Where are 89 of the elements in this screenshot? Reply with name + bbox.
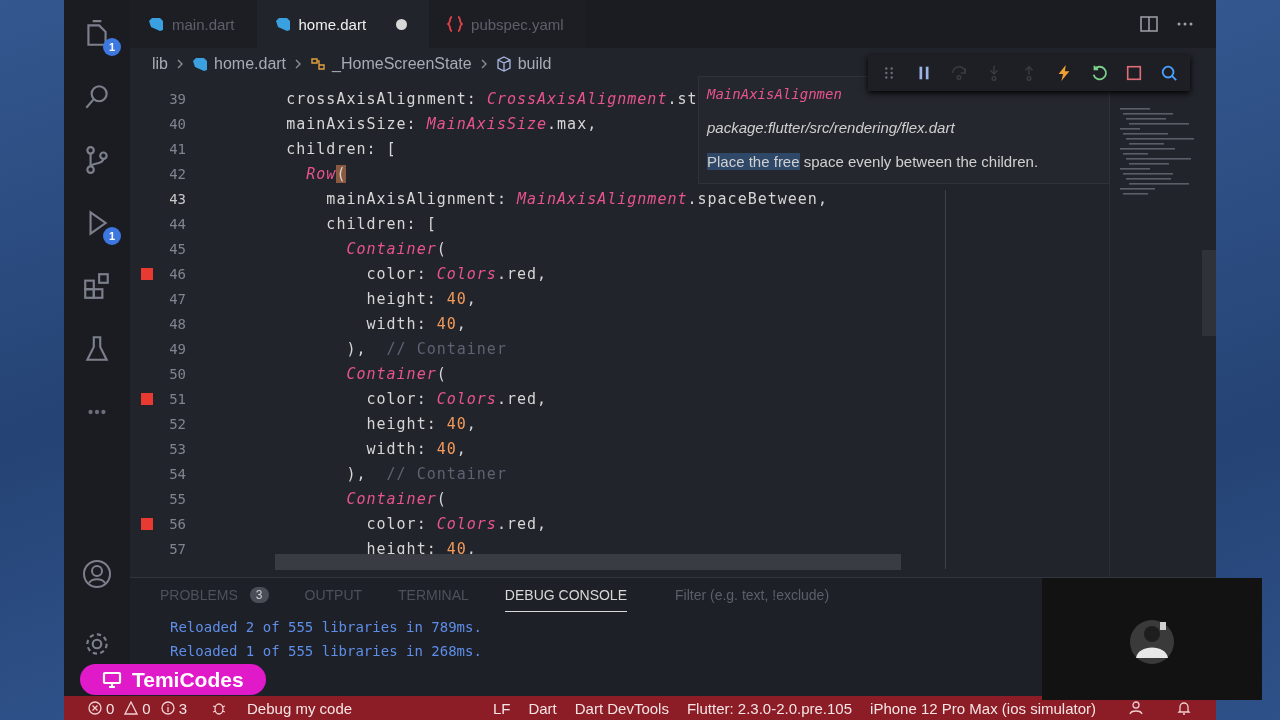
code-line: Row(	[305, 164, 347, 183]
line-number: 56	[168, 515, 186, 532]
console-output-line: Reloaded 1 of 555 libraries in 268ms.	[170, 642, 483, 661]
line-number: 49	[168, 340, 186, 357]
scrollbar-thumb[interactable]	[1202, 250, 1216, 336]
line-number: 42	[168, 165, 186, 182]
feedback-icon[interactable]	[1128, 700, 1144, 716]
code-line: width: 40,	[365, 439, 467, 458]
line-number: 47	[168, 290, 186, 307]
code-line: height: 40,	[365, 289, 477, 308]
code-line: ), // Container	[345, 339, 507, 358]
status-item[interactable]: Dart	[528, 699, 557, 717]
unsaved-dot	[396, 18, 408, 30]
status-item[interactable]: LF	[492, 699, 511, 717]
status-item[interactable]: Flutter: 2.3.0-2.0.pre.105	[686, 699, 853, 717]
code-line: mainAxisSize: MainAxisSize.max,	[285, 114, 598, 133]
line-number: 41	[168, 140, 186, 157]
channel-badge: TemiCodes	[80, 664, 266, 695]
chevron-icon	[176, 58, 184, 70]
cube-icon	[495, 56, 512, 72]
dart-file-icon	[274, 16, 291, 32]
status-item[interactable]: 3	[160, 699, 188, 717]
hover-path: package:flutter/src/rendering/flex.dart	[707, 118, 956, 138]
breadcrumb-item[interactable]: build	[495, 55, 552, 73]
hover-signature: MainAxisAlignmen	[707, 85, 843, 104]
code-line: crossAxisAlignment: CrossAxisAlignment.st	[285, 89, 698, 108]
panel-tab[interactable]: DEBUG CONSOLE	[504, 578, 627, 612]
bug-icon	[211, 701, 228, 715]
status-item[interactable]: iPhone 12 Pro Max (ios simulator)	[870, 699, 1096, 717]
line-number: 50	[168, 365, 186, 382]
line-number: 52	[168, 415, 186, 432]
line-number: 45	[168, 240, 186, 257]
breakpoint-marker[interactable]	[141, 267, 153, 280]
line-number: 44	[168, 215, 186, 232]
code-line: children: [	[285, 139, 397, 158]
line-number: 40	[168, 115, 186, 132]
code-line: height: 40,	[365, 414, 477, 433]
code-line: width: 40,	[365, 314, 467, 333]
restart-icon[interactable]	[1090, 64, 1108, 82]
hover-description: Place the free space evenly between the children.	[707, 153, 1040, 170]
status-item[interactable]: Dart DevTools	[574, 699, 669, 717]
info-icon	[160, 701, 175, 715]
devtools-icon[interactable]	[1160, 64, 1178, 82]
line-number: 57	[168, 540, 186, 557]
editor-tab[interactable]: home.dart	[256, 0, 430, 48]
breakpoint-marker[interactable]	[141, 517, 153, 530]
breakpoint-marker[interactable]	[141, 392, 153, 405]
class-icon	[310, 56, 327, 72]
line-number: 43	[168, 190, 186, 207]
code-line: color: Colors.red,	[365, 264, 548, 283]
breadcrumb-item[interactable]: home.dart	[192, 55, 287, 73]
code-line: Container(	[345, 364, 447, 383]
chevron-icon	[479, 58, 488, 70]
line-number: 46	[168, 265, 186, 282]
extensions-icon[interactable]	[82, 271, 112, 301]
dart-file-icon	[148, 16, 164, 32]
dart-file-icon	[192, 56, 208, 72]
code-line: color: Colors.red,	[365, 514, 548, 533]
status-item[interactable]: 0	[88, 699, 115, 717]
warning-icon	[124, 701, 139, 715]
notification-badge: 1	[103, 227, 121, 245]
console-output-line: Reloaded 2 of 555 libraries in 789ms.	[170, 618, 483, 637]
split-editor-icon[interactable]	[1140, 15, 1158, 33]
code-line: Container(	[345, 489, 447, 508]
braces-icon	[447, 16, 464, 32]
monitor-icon	[102, 670, 122, 689]
line-number: 53	[168, 440, 186, 457]
account-icon[interactable]	[82, 559, 112, 589]
status-item[interactable]: Debug my code	[197, 699, 353, 717]
code-line: Container(	[345, 239, 447, 258]
code-line: color: Colors.red,	[365, 389, 548, 408]
line-number: 54	[168, 465, 186, 482]
error-icon	[88, 701, 102, 715]
code-line: ), // Container	[345, 464, 507, 483]
scrollbar[interactable]	[275, 554, 901, 570]
line-number: 55	[168, 490, 186, 507]
filter-field[interactable]: Filter (e.g. text, !exclude)	[673, 586, 1017, 604]
breadcrumb-item[interactable]: lib	[152, 55, 168, 73]
notification-badge: 1	[103, 38, 121, 56]
line-number: 51	[168, 390, 186, 407]
line-number: 48	[168, 315, 186, 332]
code-line: mainAxisAlignment: MainAxisAlignment.spaceBetween,	[325, 189, 828, 208]
code-line: children: [	[325, 214, 437, 233]
stop-icon[interactable]	[1125, 64, 1143, 82]
status-item[interactable]: 0	[124, 699, 151, 717]
breadcrumb-item[interactable]: _HomeScreenState	[310, 55, 472, 73]
bell-icon[interactable]	[1176, 700, 1192, 716]
line-number: 39	[168, 90, 186, 107]
chevron-icon	[294, 58, 303, 70]
